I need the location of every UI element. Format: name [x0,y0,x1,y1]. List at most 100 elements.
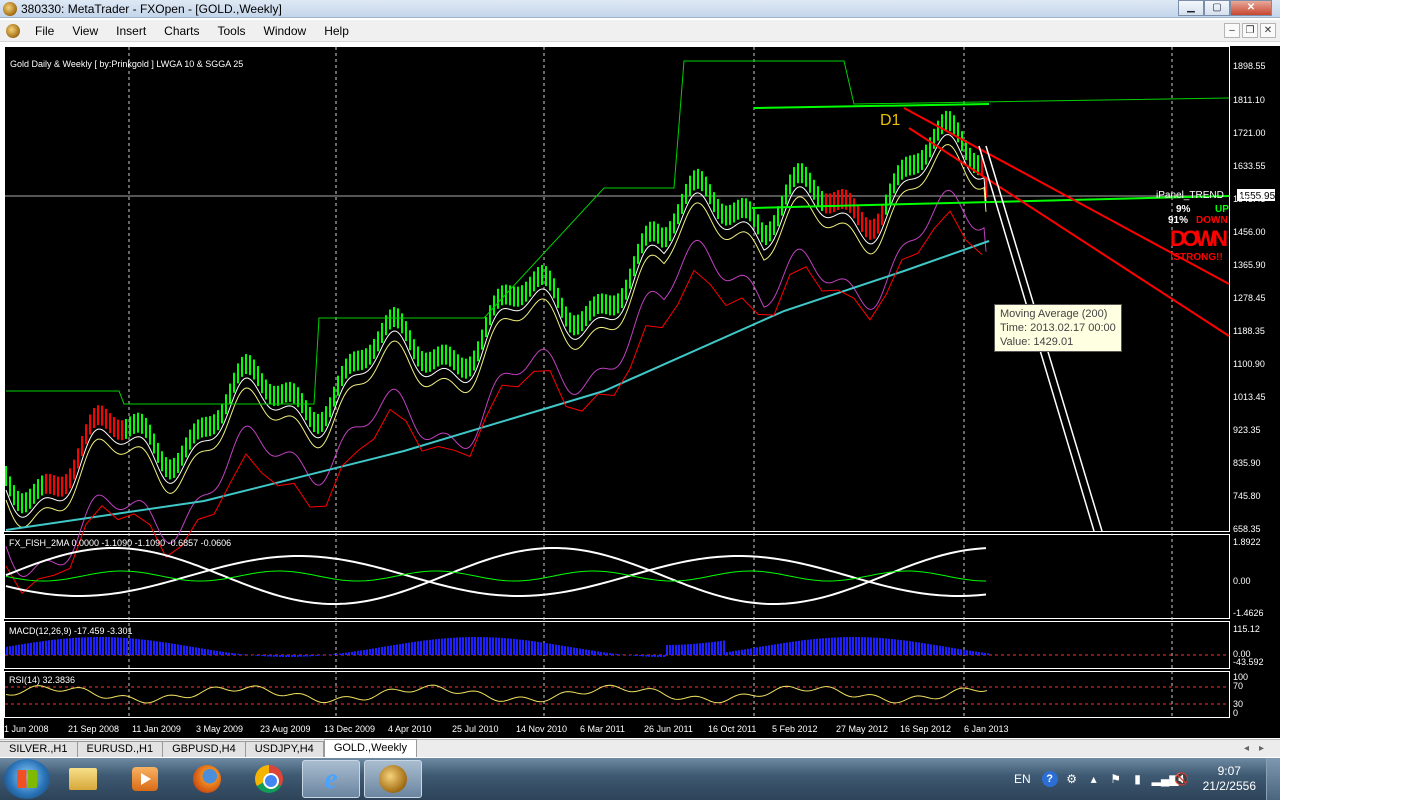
macd-histogram-bar [591,650,593,655]
macd-histogram-bar [777,643,779,655]
macd-histogram-bar [576,648,578,655]
tab-scroll-arrows[interactable]: ◂▸ [1238,741,1280,757]
tray-expand-icon[interactable]: ▴ [1086,771,1102,787]
macd-histogram-bar [684,644,686,655]
macd-histogram-bar [348,652,350,655]
taskbar-media-player[interactable] [116,760,174,798]
settings-tray-icon[interactable]: ⚙ [1064,771,1080,787]
tab-eurusd-h1[interactable]: EURUSD.,H1 [77,741,164,757]
menu-charts[interactable]: Charts [155,20,208,42]
menu-help[interactable]: Help [315,20,358,42]
macd-histogram-bar [339,653,341,655]
macd-histogram-bar [897,639,899,655]
macd-histogram-bar [570,647,572,655]
macd-histogram-bar [567,646,569,655]
start-button[interactable] [4,759,50,799]
macd-panel-border [4,621,1230,669]
macd-histogram-bar [411,642,413,655]
macd-histogram-bar [588,650,590,655]
macd-histogram-bar [363,649,365,655]
macd-histogram-bar [633,655,635,656]
taskbar-chrome[interactable] [240,760,298,798]
menu-view[interactable]: View [63,20,107,42]
resistance-line [753,103,990,109]
macd-histogram-bar [189,646,191,655]
macd-histogram-bar [93,637,95,655]
macd-histogram-bar [114,637,116,655]
macd-histogram-bar [15,645,17,655]
macd-histogram-bar [867,637,869,655]
macd-histogram-bar [354,651,356,655]
macd-histogram-bar [954,648,956,655]
clock[interactable]: 9:07 21/2/2556 [1193,764,1266,794]
macd-histogram-bar [615,653,617,655]
macd-histogram-bar [915,641,917,655]
rsi-line [5,684,988,704]
tab-gold-weekly[interactable]: GOLD.,Weekly [323,739,417,757]
minimize-button[interactable]: ▁ [1178,0,1204,16]
macd-histogram-bar [678,644,680,655]
menu-window[interactable]: Window [255,20,316,42]
chart-area[interactable]: Gold Daily & Weekly [ by:Prinkgold ] LWG… [4,46,1280,738]
tab-silver-h1[interactable]: SILVER.,H1 [0,741,78,757]
menu-file[interactable]: File [26,20,63,42]
macd-histogram-bar [555,644,557,655]
macd-histogram-bar [756,647,758,655]
macd-histogram-bar [933,644,935,655]
maximize-button[interactable]: ▢ [1204,0,1230,16]
macd-histogram-bar [258,655,260,656]
macd-histogram-bar [444,638,446,655]
help-icon[interactable]: ? [1041,771,1058,787]
macd-histogram-bar [837,637,839,655]
macd-histogram-bar [963,649,965,655]
action-center-flag-icon[interactable]: ⚑ [1108,771,1124,787]
macd-histogram-bar [483,637,485,655]
taskbar-metatrader[interactable] [364,760,422,798]
tab-usdjpy-h4[interactable]: USDJPY,H4 [245,741,324,757]
macd-histogram-bar [546,643,548,655]
taskbar-explorer[interactable] [54,760,112,798]
macd-histogram-bar [81,637,83,655]
fish-tick: -1.4626 [1233,608,1264,618]
chart-close-button[interactable]: ✕ [1260,23,1276,38]
macd-histogram-bar [21,644,23,655]
macd-histogram-bar [585,649,587,655]
macd-histogram-bar [873,637,875,655]
taskbar-firefox[interactable] [178,760,236,798]
ma-magenta-line [5,189,987,577]
clock-time: 9:07 [1217,764,1241,778]
language-indicator[interactable]: EN [1006,772,1039,786]
macd-histogram-bar [255,655,257,656]
macd-histogram-bar [231,652,233,655]
macd-histogram-bar [228,652,230,655]
macd-histogram-bar [846,637,848,655]
speaker-muted-icon[interactable]: 🔇 [1174,771,1190,787]
ma-200-line [5,240,990,531]
macd-histogram-bar [420,640,422,655]
macd-histogram-bar [216,650,218,655]
menu-tools[interactable]: Tools [209,20,255,42]
macd-histogram-bar [594,650,596,655]
tab-gbpusd-h4[interactable]: GBPUSD,H4 [163,741,246,757]
chart-restore-button[interactable]: ❐ [1242,23,1258,38]
macd-indicator-label: MACD(12,26,9) -17.459 -3.301 [9,626,133,636]
macd-histogram-bar [498,637,500,655]
close-button[interactable]: ✕ [1230,0,1272,16]
show-desktop-button[interactable] [1266,758,1280,800]
device-icon[interactable]: ▮ [1130,771,1146,787]
macd-histogram-bar [921,642,923,655]
macd-histogram-bar [465,637,467,655]
price-series-layer [5,60,1230,704]
ipanel-up-pct: 9% [1176,204,1191,215]
network-signal-icon[interactable]: ▂▄▆ [1152,771,1179,787]
macd-histogram-bar [822,638,824,655]
chart-title: Gold Daily & Weekly [ by:Prinkgold ] LWG… [10,59,243,69]
chart-window-icon[interactable] [6,23,20,38]
chart-canvas[interactable]: Gold Daily & Weekly [ by:Prinkgold ] LWG… [4,46,1280,738]
menu-insert[interactable]: Insert [107,20,155,42]
chart-minimize-button[interactable]: – [1224,23,1240,38]
taskbar-internet-explorer[interactable]: e [302,760,360,798]
macd-histogram-bar [657,655,659,657]
donchian-upper-line [6,60,1230,405]
macd-histogram-bar [120,637,122,655]
